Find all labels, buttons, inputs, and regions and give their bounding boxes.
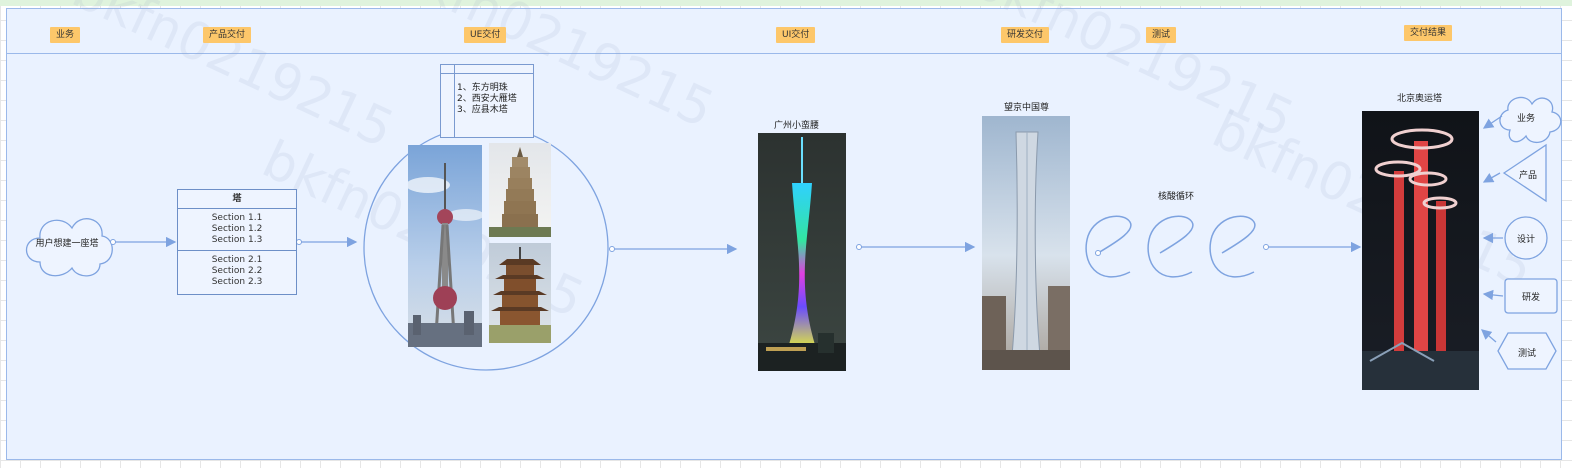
table-row: Section 2.1 — [211, 255, 263, 265]
start-label: 用户想建一座塔 — [35, 239, 99, 249]
loop-curve — [1085, 215, 1256, 278]
feedback-product: 产品 — [1518, 171, 1537, 181]
photo-citic-tower — [982, 116, 1070, 370]
list-item: 1、东方明珠 — [457, 83, 508, 93]
feedback-test: 测试 — [1517, 349, 1536, 359]
photo-yingxian-pagoda — [489, 243, 551, 343]
table-row: Section 2.2 — [211, 266, 263, 276]
ue-list-box[interactable]: 1、东方明珠 2、西安大雁塔 3、应县木塔 — [440, 64, 534, 138]
tower-table[interactable]: 塔 Section 1.1 Section 1.2 Section 1.3 Se… — [177, 189, 297, 295]
label-beijing: 北京奥运塔 — [1397, 94, 1443, 104]
table-row: Section 2.3 — [211, 277, 263, 287]
photo-beijing-tower — [1362, 111, 1479, 390]
feedback-design: 设计 — [1516, 235, 1535, 245]
feedback-dev: 研发 — [1521, 293, 1540, 303]
tower-table-title: 塔 — [178, 190, 296, 209]
list-item: 3、应县木塔 — [457, 105, 508, 115]
table-row: Section 1.1 — [211, 213, 263, 223]
photo-big-goose-pagoda — [489, 143, 551, 237]
photo-oriental-pearl — [408, 145, 482, 347]
feedback-business: 业务 — [1516, 114, 1535, 124]
label-guangzhou: 广州小蛮腰 — [774, 121, 820, 131]
photo-guangzhou-tower — [758, 133, 846, 371]
label-loop: 核酸循环 — [1158, 192, 1195, 202]
table-row: Section 1.3 — [211, 235, 263, 245]
label-citic: 望京中国尊 — [1004, 103, 1050, 113]
table-row: Section 1.2 — [211, 224, 263, 234]
ue-circle — [363, 125, 609, 371]
list-item: 2、西安大雁塔 — [457, 94, 517, 104]
